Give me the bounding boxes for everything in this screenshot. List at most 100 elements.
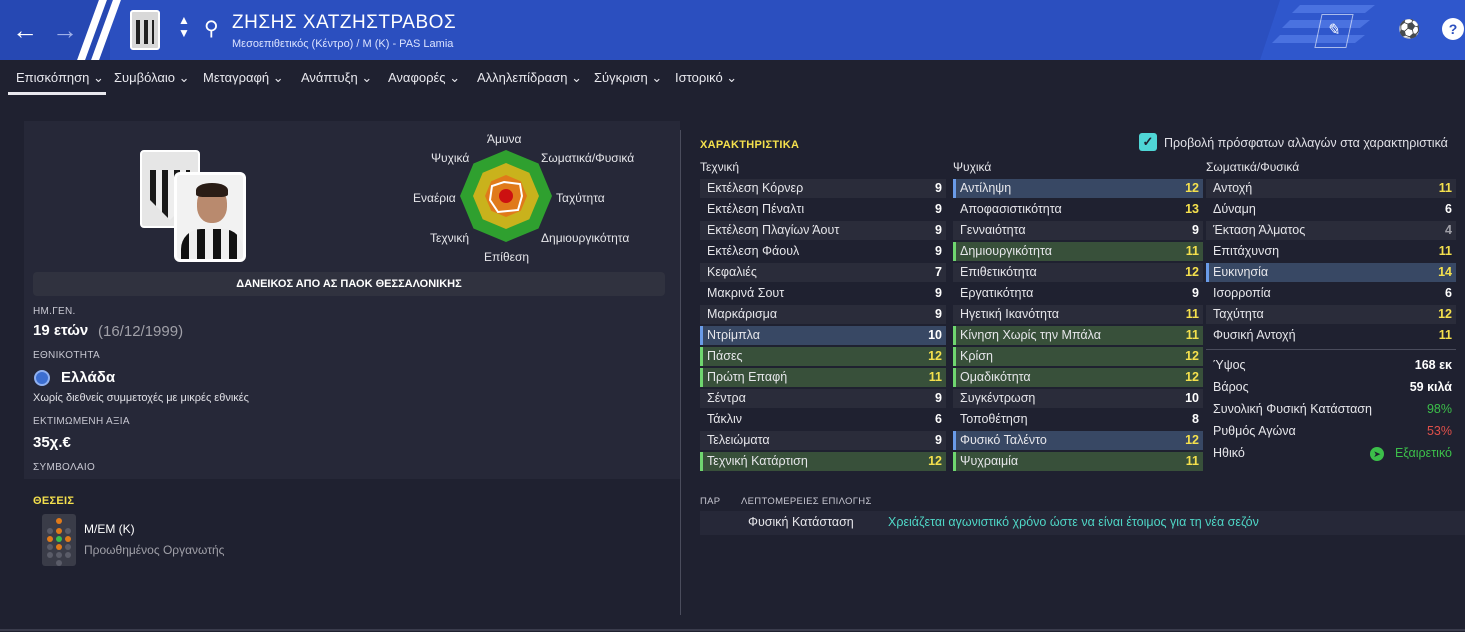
attribute-name: Εργατικότητα bbox=[960, 286, 1034, 300]
attribute-row[interactable]: Συγκέντρωση 10 bbox=[953, 389, 1203, 408]
attribute-value: 11 bbox=[928, 370, 942, 384]
attribute-row[interactable]: Έκταση Άλματος 4 bbox=[1206, 221, 1456, 240]
attribute-row[interactable]: Αντίληψη 12 bbox=[953, 179, 1203, 198]
attribute-name: Γενναιότητα bbox=[960, 223, 1026, 237]
attribute-row[interactable]: Επιτάχυνση 11 bbox=[1206, 242, 1456, 261]
attribute-name: Έκταση Άλματος bbox=[1213, 223, 1306, 237]
nationality-value[interactable]: Ελλάδα bbox=[61, 369, 115, 386]
role-name[interactable]: Προωθημένος Οργανωτής bbox=[84, 543, 224, 557]
player-switch-arrows-icon[interactable]: ▲ ▼ bbox=[178, 14, 190, 40]
attribute-row[interactable]: Κίνηση Χωρίς την Μπάλα 11 bbox=[953, 326, 1203, 345]
tab-menu: Επισκόπηση ⌄ Συμβόλαιο ⌄ Μεταγραφή ⌄ Ανά… bbox=[0, 60, 1465, 96]
tab-overview[interactable]: Επισκόπηση ⌄ bbox=[16, 70, 104, 86]
attribute-value: 12 bbox=[1185, 370, 1199, 384]
attribute-value: 6 bbox=[935, 412, 942, 426]
attribute-value: 11 bbox=[1185, 244, 1199, 258]
attribute-value: 12 bbox=[1185, 181, 1199, 195]
attribute-value: 11 bbox=[1185, 307, 1199, 321]
attribute-name: Πρώτη Επαφή bbox=[707, 370, 788, 384]
selection-item-detail: Χρειάζεται αγωνιστικό χρόνο ώστε να είνα… bbox=[888, 515, 1259, 529]
attribute-row[interactable]: Τεχνική Κατάρτιση 12 bbox=[700, 452, 946, 471]
stat-row[interactable]: Ηθικό Εξαιρετικό bbox=[1206, 442, 1456, 464]
attribute-row[interactable]: Κρίση 12 bbox=[953, 347, 1203, 366]
help-icon[interactable]: ? bbox=[1442, 18, 1464, 40]
radar-label-speed: Ταχύτητα bbox=[556, 191, 605, 205]
tab-reports[interactable]: Αναφορές ⌄ bbox=[388, 70, 460, 86]
attribute-row[interactable]: Ντρίμπλα 10 bbox=[700, 326, 946, 345]
attribute-row[interactable]: Ευκινησία 14 bbox=[1206, 263, 1456, 282]
attribute-name: Τοποθέτηση bbox=[960, 412, 1028, 426]
tab-development[interactable]: Ανάπτυξη ⌄ bbox=[301, 70, 372, 86]
stat-value: 53% bbox=[1426, 424, 1452, 438]
attribute-value: 11 bbox=[1438, 181, 1452, 195]
attribute-value: 12 bbox=[1185, 349, 1199, 363]
attribute-row[interactable]: Ψυχραιμία 11 bbox=[953, 452, 1203, 471]
attribute-row[interactable]: Δημιουργικότητα 11 bbox=[953, 242, 1203, 261]
attribute-row[interactable]: Εργατικότητα 9 bbox=[953, 284, 1203, 303]
search-icon[interactable]: ⚲ bbox=[204, 16, 219, 41]
stat-row[interactable]: Ρυθμός Αγώνα 53% bbox=[1206, 420, 1456, 442]
attribute-row[interactable]: Ηγετική Ικανότητα 11 bbox=[953, 305, 1203, 324]
radar-core bbox=[499, 189, 513, 203]
attribute-row[interactable]: Πρώτη Επαφή 11 bbox=[700, 368, 946, 387]
attribute-row[interactable]: Εκτέλεση Κόρνερ 9 bbox=[700, 179, 946, 198]
attribute-row[interactable]: Μαρκάρισμα 9 bbox=[700, 305, 946, 324]
selection-row[interactable]: Φυσική Κατάσταση Χρειάζεται αγωνιστικό χ… bbox=[700, 511, 1465, 535]
club-crest-icon[interactable] bbox=[130, 10, 160, 50]
attribute-name: Αποφασιστικότητα bbox=[960, 202, 1062, 216]
age-value: 19 ετών bbox=[33, 322, 89, 339]
attribute-value: 7 bbox=[935, 265, 942, 279]
attribute-row[interactable]: Ομαδικότητα 12 bbox=[953, 368, 1203, 387]
attribute-value: 9 bbox=[935, 202, 942, 216]
attribute-row[interactable]: Σέντρα 9 bbox=[700, 389, 946, 408]
highlight-marker bbox=[953, 431, 956, 450]
attribute-row[interactable]: Πάσες 12 bbox=[700, 347, 946, 366]
loan-status-bar[interactable]: ΔΑΝΕΙΚΟΣ ΑΠΟ ΑΣ ΠΑΟΚ ΘΕΣΣΑΛΟΝΙΚΗΣ bbox=[33, 272, 665, 296]
tab-transfer[interactable]: Μεταγραφή ⌄ bbox=[203, 70, 284, 86]
attribute-row[interactable]: Φυσικό Ταλέντο 12 bbox=[953, 431, 1203, 450]
attribute-name: Επιθετικότητα bbox=[960, 265, 1037, 279]
attribute-name: Ψυχραιμία bbox=[960, 454, 1019, 468]
attribute-row[interactable]: Φυσική Αντοχή 11 bbox=[1206, 326, 1456, 345]
attribute-row[interactable]: Εκτέλεση Πλαγίων Άουτ 9 bbox=[700, 221, 946, 240]
recent-changes-checkbox[interactable]: ✓ bbox=[1139, 133, 1157, 151]
attribute-name: Επιτάχυνση bbox=[1213, 244, 1280, 258]
position-name: Μ/ΕΜ (Κ) bbox=[84, 522, 135, 536]
contract-label: ΣΥΜΒΟΛΑΙΟ bbox=[33, 462, 96, 473]
attribute-row[interactable]: Κεφαλιές 7 bbox=[700, 263, 946, 282]
player-subtitle[interactable]: Μεσοεπιθετικός (Κέντρο) / Μ (Κ) - PAS La… bbox=[232, 38, 453, 50]
attribute-row[interactable]: Τάκλιν 6 bbox=[700, 410, 946, 429]
attribute-radar-chart[interactable] bbox=[458, 148, 554, 244]
club-logo-icon[interactable]: ⚽ bbox=[1398, 18, 1420, 40]
attribute-row[interactable]: Αντοχή 11 bbox=[1206, 179, 1456, 198]
recent-changes-label[interactable]: Προβολή πρόσφατων αλλαγών στα χαρακτηρισ… bbox=[1164, 136, 1448, 150]
attribute-row[interactable]: Τελειώματα 9 bbox=[700, 431, 946, 450]
radar-label-defence: Άμυνα bbox=[487, 132, 522, 146]
attribute-row[interactable]: Εκτέλεση Πέναλτι 9 bbox=[700, 200, 946, 219]
attribute-row[interactable]: Μακρινά Σουτ 9 bbox=[700, 284, 946, 303]
radar-label-technique: Τεχνική bbox=[430, 231, 469, 245]
attribute-row[interactable]: Ταχύτητα 12 bbox=[1206, 305, 1456, 324]
attribute-name: Ταχύτητα bbox=[1213, 307, 1264, 321]
position-pitch-icon[interactable] bbox=[42, 514, 76, 566]
stat-row[interactable]: Βάρος 59 κιλά bbox=[1206, 376, 1456, 398]
stat-row[interactable]: Συνολική Φυσική Κατάσταση 98% bbox=[1206, 398, 1456, 420]
attribute-row[interactable]: Αποφασιστικότητα 13 bbox=[953, 200, 1203, 219]
attribute-name: Κίνηση Χωρίς την Μπάλα bbox=[960, 328, 1101, 342]
international-caps-note: Χωρίς διεθνείς συμμετοχές με μικρές εθνι… bbox=[33, 392, 249, 404]
attribute-row[interactable]: Επιθετικότητα 12 bbox=[953, 263, 1203, 282]
tab-history[interactable]: Ιστορικό ⌄ bbox=[675, 70, 737, 86]
tab-comparison[interactable]: Σύγκριση ⌄ bbox=[594, 70, 662, 86]
attribute-row[interactable]: Εκτέλεση Φάουλ 9 bbox=[700, 242, 946, 261]
attribute-row[interactable]: Τοποθέτηση 8 bbox=[953, 410, 1203, 429]
nationality-flag-icon[interactable] bbox=[34, 370, 50, 386]
back-arrow-icon[interactable]: ← bbox=[12, 16, 38, 44]
tab-interaction[interactable]: Αλληλεπίδραση ⌄ bbox=[477, 70, 582, 86]
attribute-row[interactable]: Δύναμη 6 bbox=[1206, 200, 1456, 219]
attribute-row[interactable]: Γενναιότητα 9 bbox=[953, 221, 1203, 240]
attribute-row[interactable]: Ισορροπία 6 bbox=[1206, 284, 1456, 303]
forward-arrow-icon[interactable]: → bbox=[52, 16, 78, 44]
stat-row[interactable]: Ύψος 168 εκ bbox=[1206, 354, 1456, 376]
chevron-down-icon: ⌄ bbox=[449, 70, 461, 85]
tab-contract[interactable]: Συμβόλαιο ⌄ bbox=[114, 70, 190, 86]
